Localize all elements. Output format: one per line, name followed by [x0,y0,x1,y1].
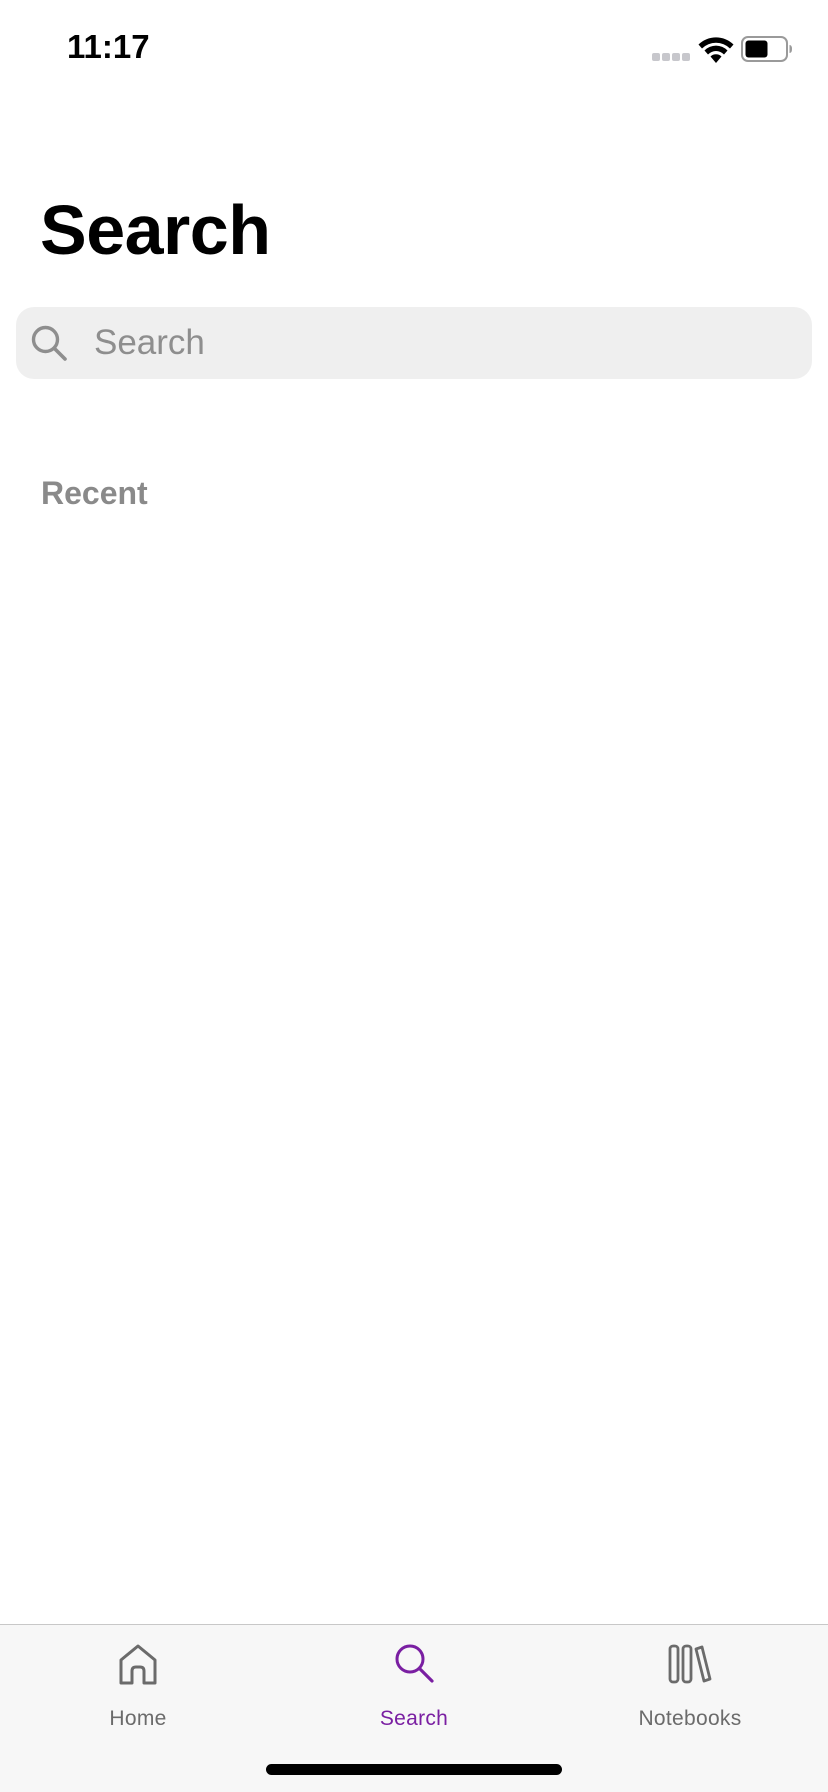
tab-notebooks-label: Notebooks [638,1707,742,1730]
home-indicator[interactable] [266,1764,562,1775]
search-icon [31,325,67,361]
recent-section-header: Recent [41,475,148,511]
search-icon [395,1644,434,1683]
status-bar: 11:17 [0,0,828,100]
battery-icon [741,36,792,62]
wifi-icon [698,37,734,63]
tab-search[interactable]: Search [276,1625,552,1735]
tab-home-label: Home [109,1707,167,1730]
home-icon [119,1644,157,1685]
page-title: Search [40,191,271,269]
tab-search-label: Search [379,1707,449,1730]
tab-notebooks[interactable]: Notebooks [552,1625,828,1735]
search-bar[interactable] [16,307,812,379]
status-time: 11:17 [67,28,150,65]
cellular-signal-icon [652,53,692,63]
tab-home[interactable]: Home [0,1625,276,1735]
notebooks-icon [668,1644,712,1684]
search-input[interactable] [78,307,798,379]
